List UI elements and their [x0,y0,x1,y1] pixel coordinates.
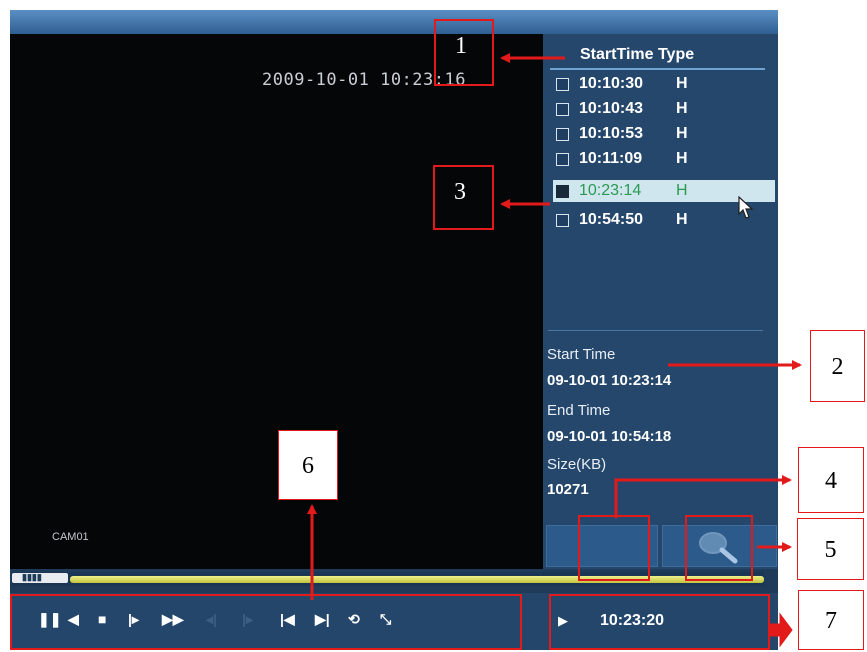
annotation-arrows [307,53,802,648]
arrow-4 [614,475,792,518]
arrow-7 [769,612,793,648]
